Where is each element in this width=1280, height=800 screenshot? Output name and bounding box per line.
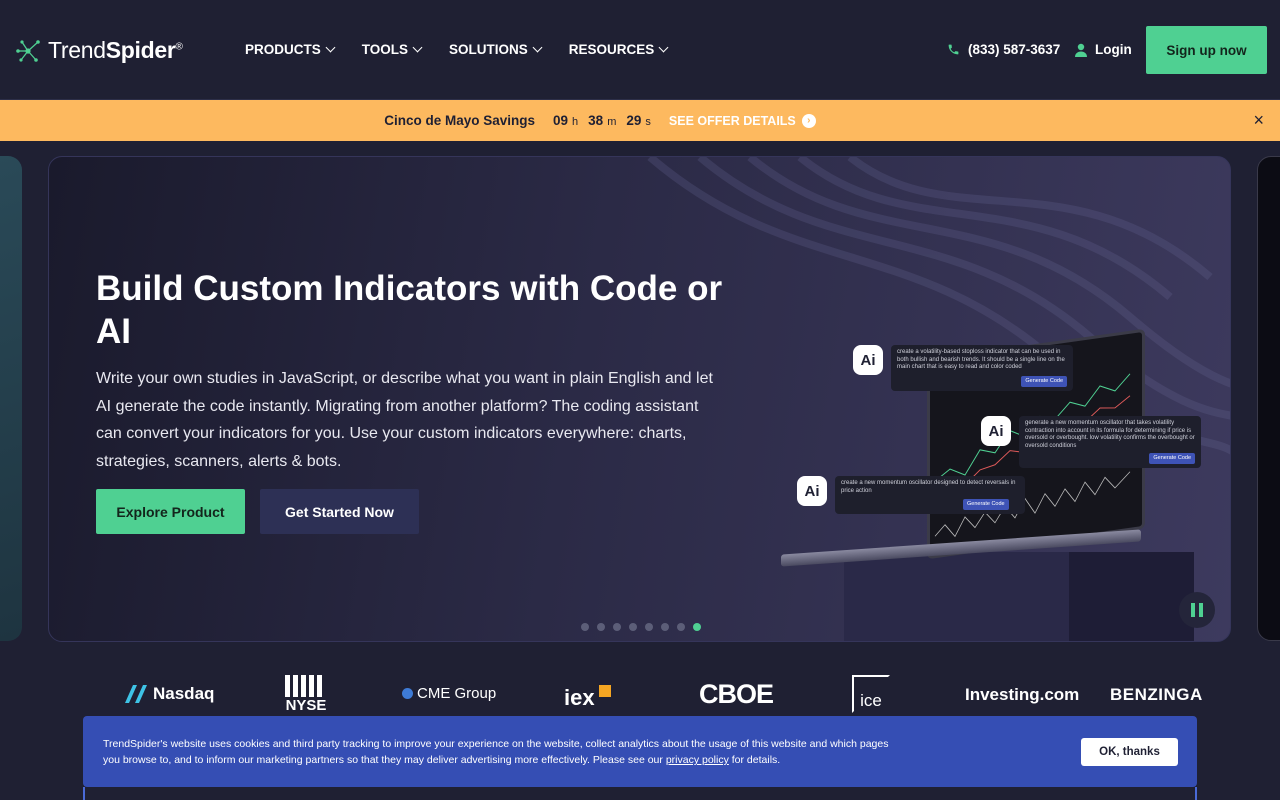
cboe-logo: CBOE [699,679,774,709]
hero-slide: Build Custom Indicators with Code or AI … [48,156,1231,642]
cookie-banner: TrendSpider's website uses cookies and t… [83,716,1197,787]
carousel-dot[interactable] [613,623,621,631]
iex-square-icon [598,685,611,697]
close-icon[interactable]: × [1253,110,1264,131]
chevron-down-icon [325,42,336,53]
countdown-timer: 09 h 38 m 29 s [553,113,651,128]
chevron-down-icon [532,42,543,53]
carousel-prev-slide[interactable] [0,156,22,641]
user-icon [1075,43,1087,57]
phone-link[interactable]: (833) 587-3637 [947,42,1060,57]
get-started-button[interactable]: Get Started Now [260,489,419,534]
carousel-dot[interactable] [597,623,605,631]
phone-icon [948,44,959,55]
see-offer-details-link[interactable]: SEE OFFER DETAILS › [669,113,816,128]
arrow-right-icon: › [801,113,816,128]
signup-button[interactable]: Sign up now [1146,26,1267,74]
carousel-next-slide[interactable] [1257,156,1280,641]
globe-icon [402,688,413,699]
ice-logo: ice [852,675,890,713]
nasdaq-mark-icon [125,685,147,703]
carousel-dot[interactable] [581,623,589,631]
ai-prompt-card: create a new momentum oscillator designe… [835,476,1025,514]
carousel-dot[interactable] [677,623,685,631]
spider-logo-icon [16,39,40,62]
nav-tools[interactable]: TOOLS [362,42,423,57]
ai-prompt-card: create a volatility-based stoploss indic… [891,345,1073,391]
iex-logo: iex [564,685,611,711]
privacy-policy-link[interactable]: privacy policy [666,754,729,766]
generate-code-button[interactable]: Generate Code [1021,375,1067,387]
hero-title: Build Custom Indicators with Code or AI [96,269,723,351]
logo-wordmark: TrendSpider® [48,37,183,63]
content-frame [83,787,1197,800]
nasdaq-logo: Nasdaq [123,683,214,705]
carousel-dots [581,623,701,631]
nyse-logo: NYSE [285,675,327,714]
trendspider-logo[interactable]: TrendSpider® [14,37,183,64]
benzinga-logo: BENZINGA [1110,685,1203,704]
chevron-down-icon [412,42,423,53]
generate-code-button[interactable]: Generate Code [963,498,1009,510]
ai-prompt-card: generate a new momentum oscillator that … [1019,416,1201,468]
promo-title: Cinco de Mayo Savings [384,113,536,128]
ai-badge: Ai [853,345,883,375]
site-header: TrendSpider® PRODUCTS TOOLS SOLUTIONS RE… [0,0,1280,100]
carousel-dot[interactable] [629,623,637,631]
main-nav: PRODUCTS TOOLS SOLUTIONS RESOURCES [245,42,669,57]
investing-logo: Investing.com [965,685,1080,704]
chevron-down-icon [658,42,669,53]
cookie-text: TrendSpider's website uses cookies and t… [103,738,889,766]
pause-button[interactable] [1179,592,1215,628]
carousel-dot[interactable] [645,623,653,631]
cme-group-logo: CME Group [402,685,496,702]
pedestal [844,552,1069,641]
nav-products[interactable]: PRODUCTS [245,42,336,57]
pedestal-shadow [1069,552,1194,641]
ai-badge: Ai [797,476,827,506]
partner-logos: Nasdaq NYSE CME Group iex CBOE ice Inves… [95,675,1205,720]
carousel-dot[interactable] [661,623,669,631]
cookie-accept-button[interactable]: OK, thanks [1081,738,1178,766]
generate-code-button[interactable]: Generate Code [1149,452,1195,464]
ai-badge: Ai [981,416,1011,446]
nav-solutions[interactable]: SOLUTIONS [449,42,543,57]
nav-resources[interactable]: RESOURCES [569,42,669,57]
login-link[interactable]: Login [1075,42,1132,57]
explore-product-button[interactable]: Explore Product [96,489,245,534]
hero-description: Write your own studies in JavaScript, or… [96,370,713,470]
pause-icon [1191,603,1195,617]
carousel-dot-active[interactable] [693,623,701,631]
promo-bar: Cinco de Mayo Savings 09 h 38 m 29 s SEE OF… [0,100,1280,141]
nyse-columns-icon [285,675,322,697]
